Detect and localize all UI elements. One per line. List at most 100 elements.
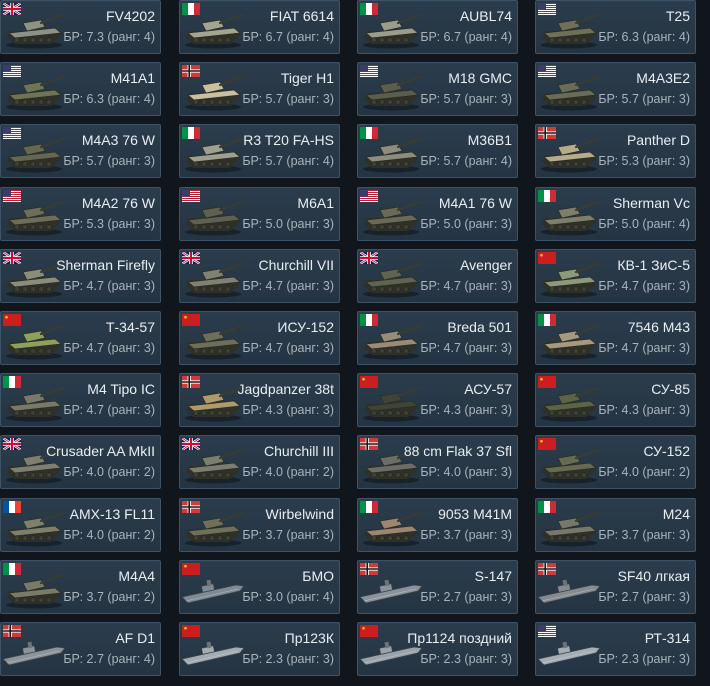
vehicle-card[interactable]: M6A1 БР: 5.0 (ранг: 3) [179, 186, 340, 241]
vehicle-br: БР: 3.7 (ранг: 3) [420, 527, 512, 542]
vehicle-card[interactable]: M36B1 БР: 5.7 (ранг: 4) [357, 124, 518, 179]
vehicle-br: БР: 4.7 (ранг: 3) [420, 341, 512, 355]
vehicle-br: БР: 2.3 (ранг: 3) [242, 652, 334, 666]
vehicle-card[interactable]: Пр1124 поздний БР: 2.3 (ранг: 3) [357, 622, 518, 676]
france-flag-icon [3, 500, 21, 513]
vehicle-card[interactable]: СУ-85 БР: 4.3 (ранг: 3) [535, 373, 696, 428]
vehicle-name: Avenger [460, 256, 512, 273]
italy-flag-icon [360, 500, 378, 513]
vehicle-name: СУ-152 [643, 443, 690, 460]
vehicle-card[interactable]: Jagdpanzer 38t БР: 4.3 (ранг: 3) [179, 373, 340, 428]
uk-flag-icon [3, 3, 21, 15]
vehicle-card[interactable]: AUBL74 БР: 6.7 (ранг: 4) [357, 0, 518, 54]
vehicle-card[interactable]: FV4202 БР: 7.3 (ранг: 4) [0, 0, 161, 54]
vehicle-card[interactable]: M4A2 76 W БР: 5.3 (ранг: 3) [0, 186, 161, 241]
vehicle-br: БР: 4.3 (ранг: 3) [598, 403, 690, 418]
vehicle-br: БР: 5.7 (ранг: 4) [242, 154, 334, 169]
italy-flag-icon [538, 314, 556, 326]
vehicle-card[interactable]: ИСУ-152 БР: 4.7 (ранг: 3) [179, 311, 340, 365]
vehicle-name: R3 T20 FA-HS [243, 132, 334, 149]
vehicle-br: БР: 4.0 (ранг: 2) [63, 465, 155, 480]
vehicle-card[interactable]: Avenger БР: 4.7 (ранг: 3) [357, 248, 518, 303]
vehicle-card[interactable]: Sherman Firefly БР: 4.7 (ранг: 3) [0, 248, 161, 303]
germany-flag-icon [182, 500, 200, 513]
vehicle-card[interactable]: 7546 M43 БР: 4.7 (ранг: 3) [535, 311, 696, 365]
vehicle-name: КВ-1 ЗиС-5 [617, 256, 690, 273]
vehicle-card[interactable]: AMX-13 FL11 БР: 4.0 (ранг: 2) [0, 497, 161, 552]
vehicle-br: БР: 4.3 (ранг: 3) [242, 403, 334, 418]
vehicle-card[interactable]: СУ-152 БР: 4.0 (ранг: 2) [535, 435, 696, 490]
usa-flag-icon [182, 189, 200, 202]
vehicle-card[interactable]: Churchill VII БР: 4.7 (ранг: 3) [179, 248, 340, 303]
vehicle-br: БР: 2.7 (ранг: 4) [63, 652, 155, 666]
vehicle-name: Crusader AA MkII [46, 443, 155, 460]
vehicle-card[interactable]: АСУ-57 БР: 4.3 (ранг: 3) [357, 373, 518, 428]
vehicle-br: БР: 5.7 (ранг: 3) [63, 154, 155, 169]
vehicle-name: M24 [662, 505, 690, 522]
vehicle-card[interactable]: M4A3 76 W БР: 5.7 (ранг: 3) [0, 124, 161, 179]
uk-flag-icon [3, 438, 21, 451]
vehicle-card[interactable]: Churchill III БР: 4.0 (ранг: 2) [179, 435, 340, 490]
vehicle-card[interactable]: 88 cm Flak 37 Sfl БР: 4.0 (ранг: 3) [357, 435, 518, 490]
usa-flag-icon [538, 625, 556, 637]
germany-flag-icon [182, 65, 200, 78]
vehicle-card[interactable]: T25 БР: 6.3 (ранг: 4) [535, 0, 696, 54]
vehicle-br: БР: 2.3 (ранг: 3) [420, 652, 512, 666]
vehicle-card[interactable]: Breda 501 БР: 4.7 (ранг: 3) [357, 311, 518, 365]
ussr-flag-icon [3, 314, 21, 326]
vehicle-br: БР: 5.7 (ранг: 3) [242, 92, 334, 107]
vehicle-br: БР: 6.3 (ранг: 4) [598, 30, 690, 44]
vehicle-name: Sherman Firefly [56, 256, 155, 273]
vehicle-name: БМО [302, 567, 334, 584]
vehicle-name: 9053 M41M [438, 505, 512, 522]
vehicle-card[interactable]: Tiger H1 БР: 5.7 (ранг: 3) [179, 62, 340, 117]
vehicle-card[interactable]: M41A1 БР: 6.3 (ранг: 4) [0, 62, 161, 117]
vehicle-name: M4A3 76 W [81, 132, 155, 149]
vehicle-br: БР: 4.7 (ранг: 3) [242, 341, 334, 355]
vehicle-card[interactable]: M18 GMC БР: 5.7 (ранг: 3) [357, 62, 518, 117]
vehicle-card[interactable]: Crusader AA MkII БР: 4.0 (ранг: 2) [0, 435, 161, 490]
vehicle-card[interactable]: M4A3E2 БР: 5.7 (ранг: 3) [535, 62, 696, 117]
vehicle-card[interactable]: Пр123К БР: 2.3 (ранг: 3) [179, 622, 340, 676]
vehicle-card[interactable]: КВ-1 ЗиС-5 БР: 4.7 (ранг: 3) [535, 248, 696, 303]
italy-flag-icon [360, 3, 378, 15]
usa-flag-icon [3, 189, 21, 202]
vehicle-name: M4 Tipo IC [87, 381, 155, 398]
vehicle-card[interactable]: Panther D БР: 5.3 (ранг: 3) [535, 124, 696, 179]
vehicle-card[interactable]: SF40 лгкая БР: 2.7 (ранг: 3) [535, 559, 696, 614]
vehicle-name: РТ-314 [644, 630, 690, 646]
vehicle-card[interactable]: FIAT 6614 БР: 6.7 (ранг: 4) [179, 0, 340, 54]
vehicle-name: M4A3E2 [636, 70, 690, 87]
vehicle-br: БР: 5.0 (ранг: 3) [420, 216, 512, 231]
usa-flag-icon [538, 65, 556, 78]
vehicle-name: Sherman Vc [612, 194, 690, 211]
vehicle-card[interactable]: S-147 БР: 2.7 (ранг: 3) [357, 559, 518, 614]
italy-flag-icon [3, 562, 21, 575]
vehicle-card[interactable]: РТ-314 БР: 2.3 (ранг: 3) [535, 622, 696, 676]
vehicle-card[interactable]: Т-34-57 БР: 4.7 (ранг: 3) [0, 311, 161, 365]
vehicle-card[interactable]: БМО БР: 3.0 (ранг: 4) [179, 559, 340, 614]
vehicle-br: БР: 4.0 (ранг: 3) [420, 465, 512, 480]
uk-flag-icon [182, 438, 200, 451]
vehicle-card[interactable]: AF D1 БР: 2.7 (ранг: 4) [0, 622, 161, 676]
vehicle-card[interactable]: M4 Tipo IC БР: 4.7 (ранг: 3) [0, 373, 161, 428]
vehicle-card[interactable]: M4A1 76 W БР: 5.0 (ранг: 3) [357, 186, 518, 241]
vehicle-card[interactable]: M24 БР: 3.7 (ранг: 3) [535, 497, 696, 552]
vehicle-card[interactable]: M4A4 БР: 3.7 (ранг: 2) [0, 559, 161, 614]
vehicle-card[interactable]: R3 T20 FA-HS БР: 5.7 (ранг: 4) [179, 124, 340, 179]
vehicle-name: AMX-13 FL11 [69, 505, 155, 522]
vehicle-name: Wirbelwind [265, 505, 334, 522]
vehicle-name: M36B1 [467, 132, 512, 149]
vehicle-name: S-147 [474, 567, 512, 584]
vehicle-name: Churchill III [263, 443, 334, 460]
vehicle-br: БР: 4.0 (ранг: 2) [63, 527, 155, 542]
vehicle-card[interactable]: 9053 M41M БР: 3.7 (ранг: 3) [357, 497, 518, 552]
uk-flag-icon [182, 251, 200, 264]
vehicle-name: СУ-85 [651, 381, 690, 398]
vehicle-name: Breda 501 [447, 319, 512, 335]
vehicle-br: БР: 3.0 (ранг: 4) [242, 589, 334, 604]
ussr-flag-icon [182, 625, 200, 637]
vehicle-name: Пр1124 поздний [407, 630, 512, 646]
vehicle-card[interactable]: Wirbelwind БР: 3.7 (ранг: 3) [179, 497, 340, 552]
vehicle-card[interactable]: Sherman Vc БР: 5.0 (ранг: 4) [535, 186, 696, 241]
